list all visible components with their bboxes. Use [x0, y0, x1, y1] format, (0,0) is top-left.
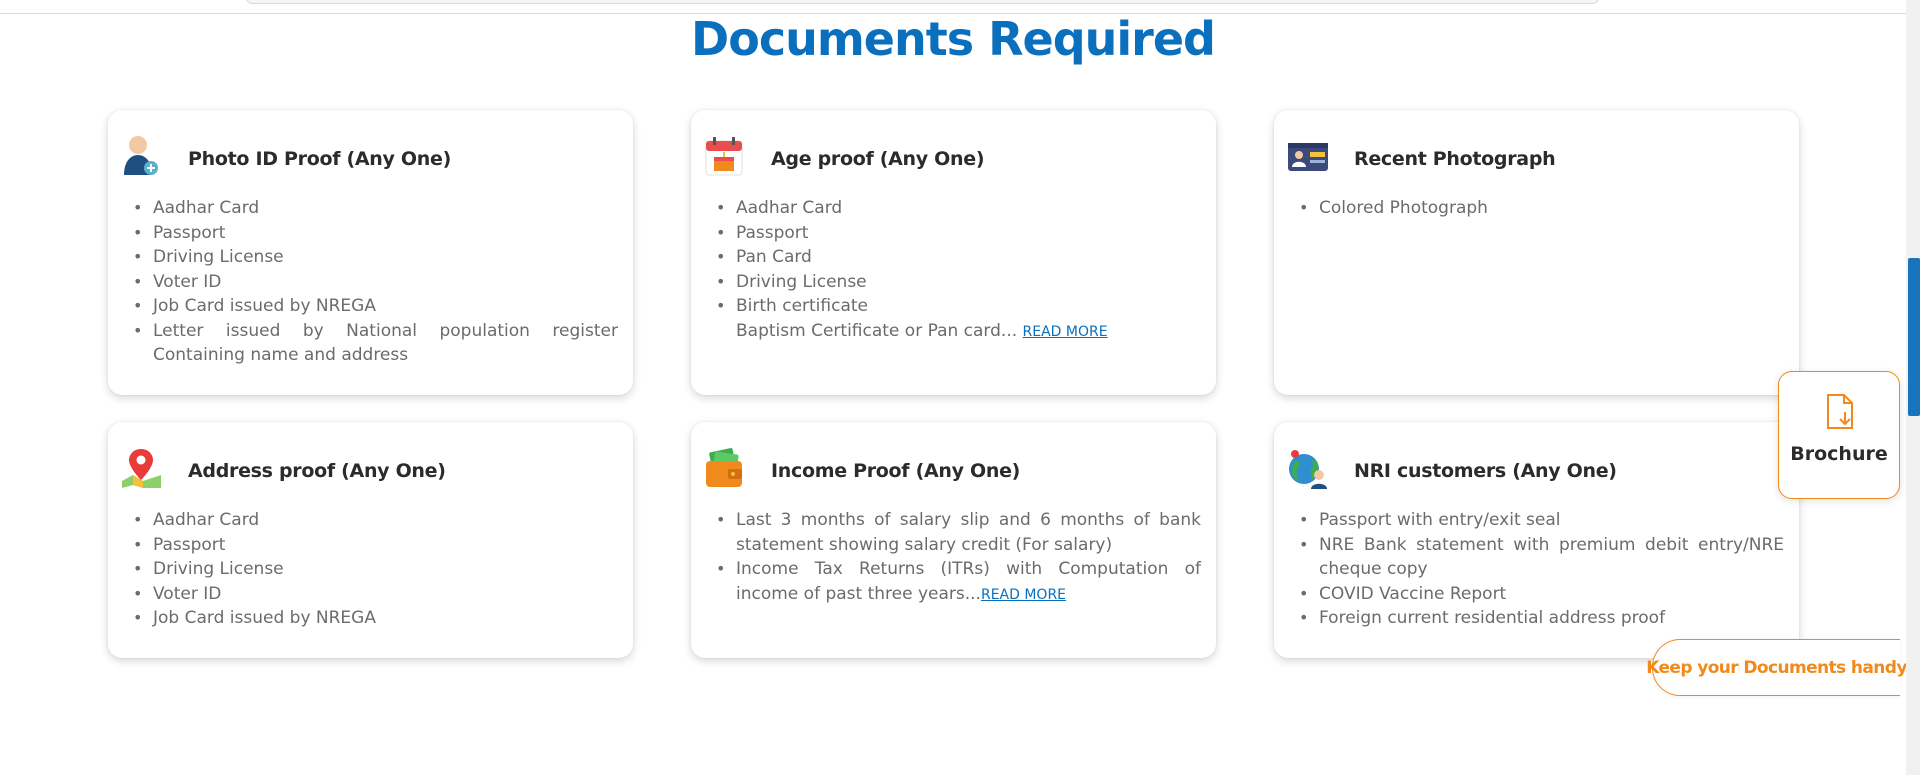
card-title: Recent Photograph — [1354, 148, 1556, 170]
keep-documents-handy-button[interactable]: Keep your Documents handy — [1646, 639, 1907, 696]
card-recent-photograph: Recent Photograph Colored Photograph — [1274, 110, 1799, 395]
keep-documents-handy-label: Keep your Documents handy — [1646, 657, 1907, 678]
list-item: Income Tax Returns (ITRs) with Computati… — [716, 557, 1201, 607]
list-item: COVID Vaccine Report — [1299, 582, 1784, 607]
list-item: Birth certificate — [716, 294, 1201, 319]
document-list: Passport with entry/exit seal NRE Bank s… — [1299, 508, 1784, 631]
card-title: Address proof (Any One) — [188, 460, 446, 482]
list-item: Colored Photograph — [1299, 196, 1784, 221]
list-item: Driving License — [133, 557, 618, 582]
document-list: Last 3 months of salary slip and 6 month… — [716, 508, 1201, 607]
brochure-button[interactable]: Brochure — [1778, 371, 1900, 499]
globe-person-icon — [1289, 450, 1327, 489]
list-item: Passport — [133, 533, 618, 558]
card-title: Income Proof (Any One) — [771, 460, 1021, 482]
list-item: Voter ID — [133, 582, 618, 607]
card-age-proof: Age proof (Any One) Aadhar Card Passport… — [691, 110, 1216, 395]
list-item: Job Card issued by NREGA — [133, 606, 618, 631]
list-item: Pan Card — [716, 245, 1201, 270]
list-item: Voter ID — [133, 270, 618, 295]
scrollbar-thumb[interactable] — [1908, 258, 1920, 416]
list-item: NRE Bank statement with premium debit en… — [1299, 533, 1784, 582]
list-item: Passport with entry/exit seal — [1299, 508, 1784, 533]
card-title: Age proof (Any One) — [771, 148, 985, 170]
id-card-icon — [1288, 143, 1328, 171]
person-id-icon — [124, 136, 158, 175]
list-item: Last 3 months of salary slip and 6 month… — [716, 508, 1201, 557]
document-list: Colored Photograph — [1299, 196, 1784, 221]
search-bar-edge[interactable] — [245, 0, 1600, 4]
list-item-extra: Baptism Certificate or Pan card... READ … — [736, 319, 1201, 345]
card-address-proof: Address proof (Any One) Aadhar Card Pass… — [108, 422, 633, 658]
list-item: Aadhar Card — [133, 196, 618, 221]
document-list: Aadhar Card Passport Driving License Vot… — [133, 508, 618, 631]
list-item: Job Card issued by NREGA — [133, 294, 618, 319]
list-item: Driving License — [133, 245, 618, 270]
card-title: NRI customers (Any One) — [1354, 460, 1617, 482]
card-photo-id-proof: Photo ID Proof (Any One) Aadhar Card Pas… — [108, 110, 633, 395]
document-list: Aadhar Card Passport Pan Card Driving Li… — [716, 196, 1201, 345]
read-more-link[interactable]: READ MORE — [1023, 324, 1108, 340]
card-title: Photo ID Proof (Any One) — [188, 148, 451, 170]
map-pin-icon — [122, 449, 161, 488]
list-item: Aadhar Card — [716, 196, 1201, 221]
list-item: Passport — [716, 221, 1201, 246]
document-download-icon — [1827, 394, 1853, 429]
page-title: Documents Required — [691, 12, 1216, 66]
brochure-label: Brochure — [1790, 443, 1888, 465]
list-item: Foreign current residential address proo… — [1299, 606, 1784, 631]
list-item: Aadhar Card — [133, 508, 618, 533]
card-nri-customers: NRI customers (Any One) Passport with en… — [1274, 422, 1799, 658]
extra-text: Baptism Certificate or Pan card... — [736, 320, 1018, 341]
calendar-icon — [705, 137, 743, 176]
list-item: Driving License — [716, 270, 1201, 295]
card-income-proof: Income Proof (Any One) Last 3 months of … — [691, 422, 1216, 658]
list-item: Letter issued by National population reg… — [133, 319, 618, 368]
wallet-icon — [706, 448, 742, 487]
list-item: Passport — [133, 221, 618, 246]
list-item-text: Income Tax Returns (ITRs) with Computati… — [736, 559, 1201, 604]
document-list: Aadhar Card Passport Driving License Vot… — [133, 196, 618, 368]
read-more-link[interactable]: READ MORE — [981, 587, 1066, 603]
